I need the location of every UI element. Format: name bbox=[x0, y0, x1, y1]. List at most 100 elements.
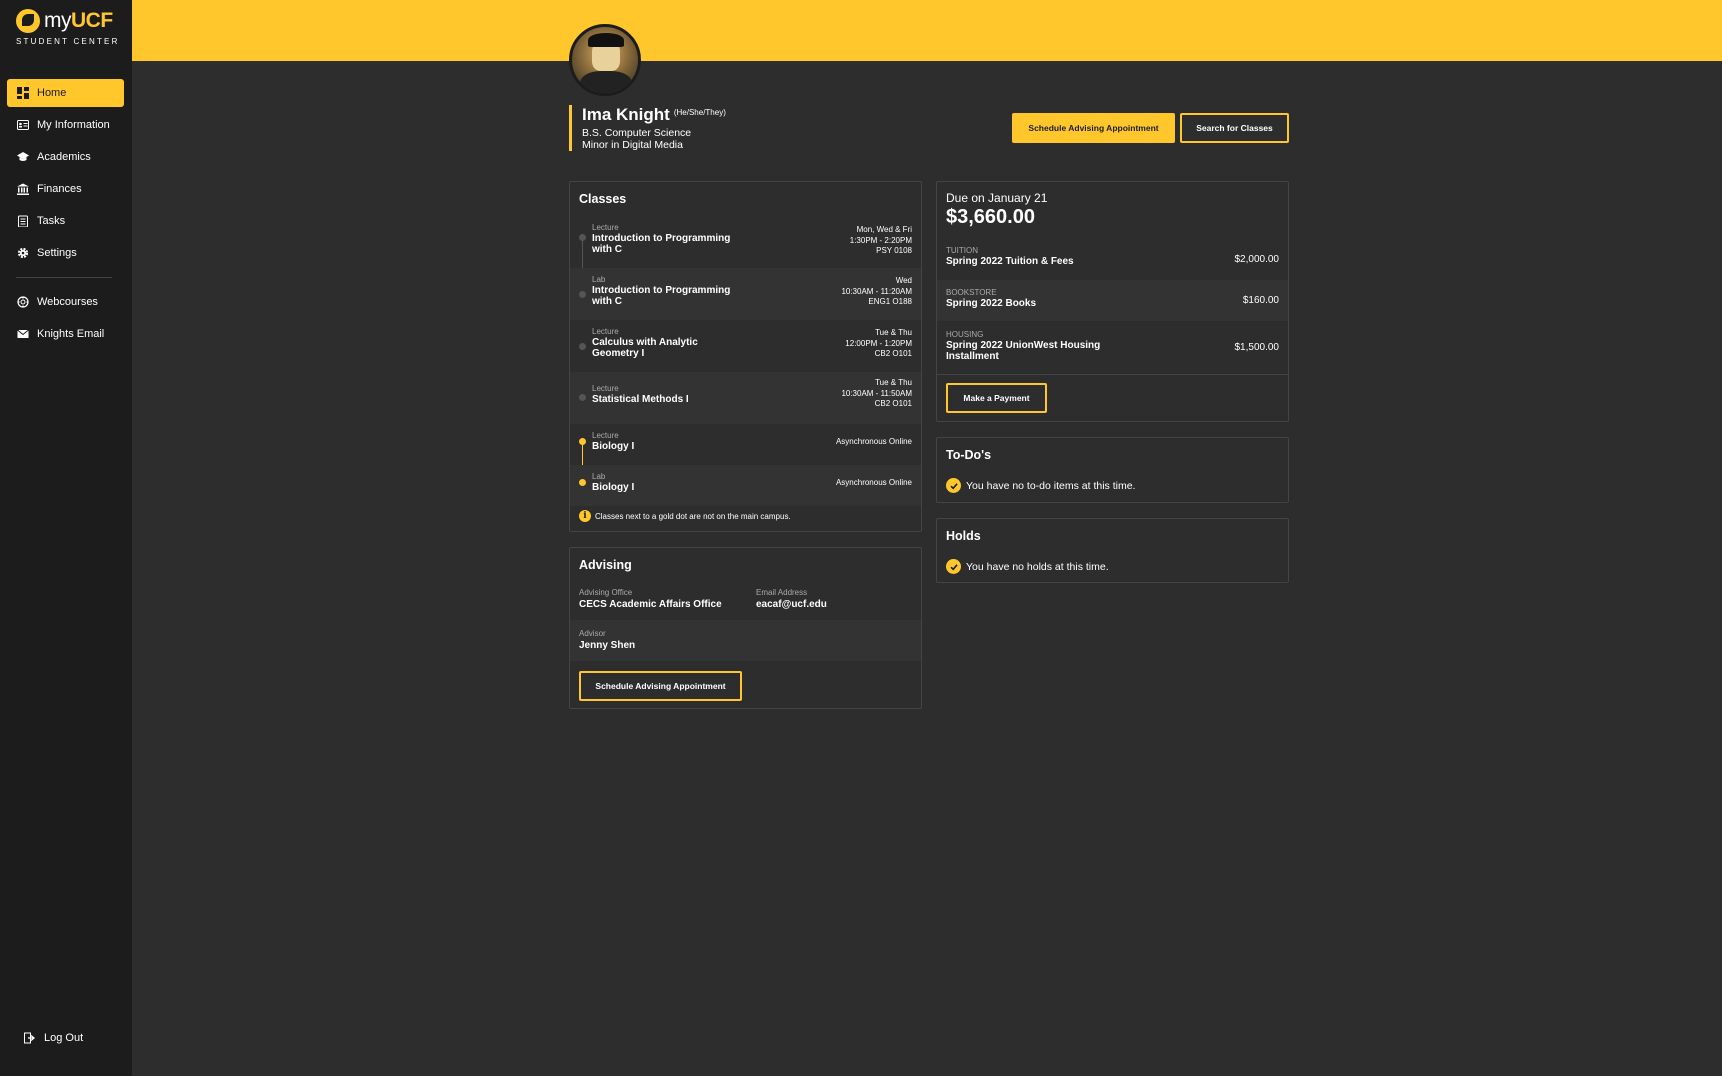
class-row[interactable]: Lab Biology I Asynchronous Online bbox=[570, 465, 921, 506]
class-time: 12:00PM - 1:20PM bbox=[845, 338, 912, 348]
campus-note: i Classes next to a gold dot are not on … bbox=[570, 510, 791, 522]
fee-name: Spring 2022 Books bbox=[946, 298, 1037, 309]
sidebar-item-academics[interactable]: Academics bbox=[7, 143, 124, 171]
student-pronouns: (He/She/They) bbox=[673, 108, 726, 117]
logout-label: Log Out bbox=[44, 1032, 84, 1044]
class-name: Biology I bbox=[592, 441, 635, 452]
header-bar bbox=[132, 0, 1722, 61]
fee-amount: $1,500.00 bbox=[1234, 342, 1280, 353]
class-row[interactable]: Lecture Statistical Methods I Tue & Thu … bbox=[570, 372, 921, 424]
check-circle-icon bbox=[946, 559, 961, 574]
holds-message: You have no holds at this time. bbox=[966, 560, 1109, 573]
campus-dot bbox=[579, 343, 586, 350]
sidebar-item-home[interactable]: Home bbox=[7, 79, 124, 107]
clipboard-icon bbox=[17, 215, 29, 227]
avatar bbox=[569, 24, 641, 96]
class-name: Introduction to Programming with C bbox=[592, 285, 731, 307]
logo-subtitle: STUDENT CENTER bbox=[16, 37, 120, 46]
fee-row: BOOKSTORE Spring 2022 Books $160.00 bbox=[937, 280, 1288, 321]
advisor-row: Advisor Jenny Shen bbox=[570, 620, 921, 661]
sidebar-item-label: My Information bbox=[37, 119, 110, 131]
campus-dot bbox=[579, 394, 586, 401]
sidebar-divider bbox=[16, 277, 112, 278]
sidebar-nav: Home My Information Academics Finances T… bbox=[0, 79, 132, 348]
sidebar-item-label: Tasks bbox=[37, 215, 66, 227]
advising-card: Advising Advising Office CECS Academic A… bbox=[569, 547, 922, 709]
advising-schedule-button[interactable]: Schedule Advising Appointment bbox=[579, 671, 742, 701]
gear-icon bbox=[17, 247, 29, 259]
logo-my-text: my bbox=[44, 9, 72, 32]
advising-office-label: Advising Office bbox=[579, 588, 633, 597]
make-payment-button[interactable]: Make a Payment bbox=[946, 383, 1047, 413]
class-name: Calculus with Analytic Geometry I bbox=[592, 337, 698, 359]
student-minor: Minor in Digital Media bbox=[582, 139, 683, 151]
class-days: Asynchronous Online bbox=[835, 437, 912, 446]
fee-row: TUITION Spring 2022 Tuition & Fees $2,00… bbox=[937, 240, 1288, 280]
amount-due: $3,660.00 bbox=[946, 206, 1035, 228]
class-days: Mon, Wed & Fri bbox=[856, 225, 912, 234]
class-time: 10:30AM - 11:20AM bbox=[841, 286, 912, 296]
todos-message: You have no to-do items at this time. bbox=[966, 479, 1136, 492]
student-profile: Ima Knight (He/She/They) B.S. Computer Sc… bbox=[569, 105, 726, 151]
todos-card: To-Do's You have no to-do items at this … bbox=[936, 437, 1289, 503]
webcourses-icon bbox=[17, 296, 29, 308]
sidebar-item-my-information[interactable]: My Information bbox=[7, 111, 124, 139]
sidebar-item-label: Finances bbox=[37, 183, 82, 195]
classes-card: Classes Lecture Introduction to Programm… bbox=[569, 181, 922, 532]
class-room: ENG1 O188 bbox=[868, 297, 912, 306]
todos-title: To-Do's bbox=[946, 448, 992, 462]
advising-office-value: CECS Academic Affairs Office bbox=[579, 599, 722, 610]
holds-title: Holds bbox=[946, 529, 981, 543]
pegasus-logo-icon bbox=[16, 9, 40, 33]
dashboard-icon bbox=[17, 87, 29, 99]
logo-ucf-text: UCF bbox=[71, 9, 113, 32]
mail-icon bbox=[17, 328, 29, 340]
logout-icon bbox=[24, 1032, 36, 1044]
sidebar-item-tasks[interactable]: Tasks bbox=[7, 207, 124, 235]
sidebar-item-settings[interactable]: Settings bbox=[7, 239, 124, 267]
logout-button[interactable]: Log Out bbox=[14, 1024, 83, 1052]
advisor-label: Advisor bbox=[579, 629, 606, 638]
class-time: 1:30PM - 2:20PM bbox=[849, 235, 912, 245]
student-name: Ima Knight bbox=[582, 105, 670, 124]
class-row[interactable]: Lab Introduction to Programming with C W… bbox=[570, 268, 921, 320]
schedule-advising-button[interactable]: Schedule Advising Appointment bbox=[1012, 113, 1175, 143]
myucf-logo[interactable]: my UCF STUDENT CENTER bbox=[0, 0, 132, 60]
fee-category: HOUSING bbox=[946, 330, 984, 339]
fee-name: Spring 2022 Tuition & Fees bbox=[946, 256, 1074, 267]
check-circle-icon bbox=[946, 478, 961, 493]
class-row[interactable]: Lecture Introduction to Programming with… bbox=[570, 218, 921, 268]
fee-row: HOUSING Spring 2022 UnionWest Housing In… bbox=[937, 321, 1288, 375]
class-time: 10:30AM - 11:50AM bbox=[841, 388, 912, 398]
student-major: B.S. Computer Science bbox=[582, 127, 692, 139]
sidebar-item-label: Home bbox=[37, 87, 67, 99]
class-days: Wed bbox=[895, 276, 912, 285]
class-row[interactable]: Lecture Biology I Asynchronous Online bbox=[570, 424, 921, 465]
bank-icon bbox=[17, 183, 29, 195]
class-days: Tue & Thu bbox=[875, 328, 912, 337]
class-row[interactable]: Lecture Calculus with Analytic Geometry … bbox=[570, 320, 921, 372]
id-card-icon bbox=[17, 119, 29, 131]
fee-category: BOOKSTORE bbox=[946, 288, 997, 297]
finances-card: Due on January 21 $3,660.00 TUITION Spri… bbox=[936, 181, 1289, 422]
sidebar-link-knights-email[interactable]: Knights Email bbox=[7, 320, 124, 348]
holds-card: Holds You have no holds at this time. bbox=[936, 518, 1289, 583]
info-icon: i bbox=[579, 510, 591, 522]
class-room: CB2 O101 bbox=[874, 349, 912, 358]
sidebar: my UCF STUDENT CENTER Home My Information… bbox=[0, 0, 132, 1076]
sidebar-link-webcourses[interactable]: Webcourses bbox=[7, 288, 124, 316]
class-days: Asynchronous Online bbox=[835, 478, 912, 487]
advising-email-link[interactable]: eacaf@ucf.edu bbox=[756, 599, 827, 610]
advising-title: Advising bbox=[579, 558, 632, 572]
search-classes-button[interactable]: Search for Classes bbox=[1180, 113, 1289, 143]
sidebar-item-finances[interactable]: Finances bbox=[7, 175, 124, 203]
class-room: CB2 O101 bbox=[874, 399, 912, 408]
graduation-cap-icon bbox=[17, 151, 29, 163]
fee-amount: $2,000.00 bbox=[1234, 254, 1280, 265]
advisor-name: Jenny Shen bbox=[579, 640, 636, 651]
sidebar-item-label: Settings bbox=[37, 247, 77, 259]
advising-email-label: Email Address bbox=[756, 588, 808, 597]
class-days: Tue & Thu bbox=[875, 378, 912, 387]
campus-dot bbox=[579, 234, 586, 241]
class-room: PSY 0108 bbox=[876, 246, 912, 255]
